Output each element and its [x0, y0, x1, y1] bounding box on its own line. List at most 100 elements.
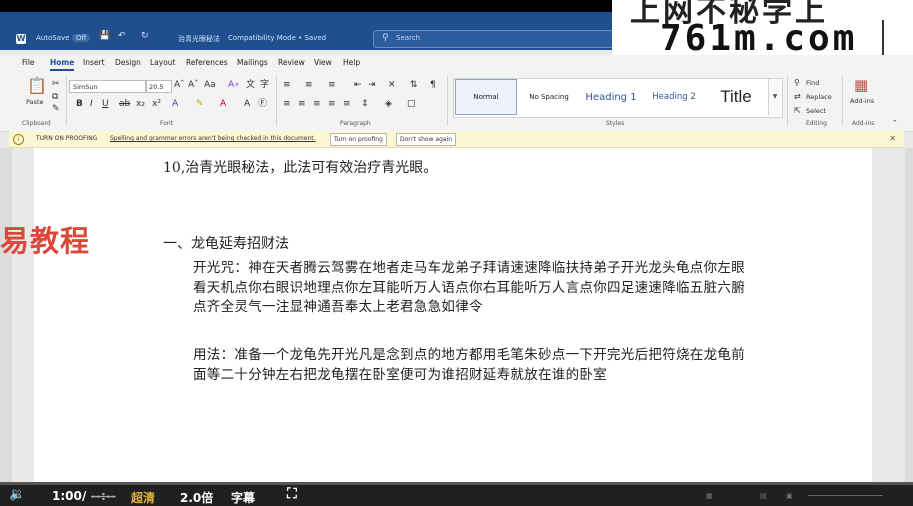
highlight-icon[interactable]: ✎: [196, 99, 204, 109]
collapse-ribbon-icon[interactable]: ⌃: [892, 118, 898, 128]
cut-icon[interactable]: ✂: [52, 79, 60, 89]
find-label[interactable]: Find: [806, 79, 819, 87]
subtitles-button[interactable]: 字幕: [231, 489, 255, 506]
paste-label: Paste: [26, 98, 44, 106]
enclosed-char-icon[interactable]: Ⓕ: [258, 99, 267, 109]
styles-more-icon[interactable]: ▼: [768, 79, 781, 115]
menu-help[interactable]: Help: [343, 58, 360, 67]
search-icon: ⚲: [382, 33, 389, 43]
bullets-icon[interactable]: ≡: [283, 80, 291, 90]
font-size-box[interactable]: 20.5: [146, 80, 172, 93]
increase-indent-icon[interactable]: ⇥: [368, 80, 376, 90]
volume-icon[interactable]: 🔉: [9, 487, 25, 502]
turn-on-proofing-button[interactable]: Turn on proofing: [330, 133, 387, 146]
change-case-icon[interactable]: Aa: [204, 80, 216, 90]
superscript-icon[interactable]: x²: [152, 99, 161, 109]
duration: --:--: [91, 489, 116, 503]
sort-icon[interactable]: ⇅: [410, 80, 418, 90]
notification-message[interactable]: Spelling and grammar errors aren't being…: [110, 135, 316, 142]
find-icon[interactable]: ⚲: [794, 78, 800, 88]
zoom-slider[interactable]: [808, 495, 883, 496]
menu-home[interactable]: Home: [50, 58, 74, 67]
align-center-icon[interactable]: ≡: [298, 99, 306, 109]
font-color-icon[interactable]: A: [220, 99, 226, 109]
speed-button[interactable]: 2.0倍: [180, 489, 213, 506]
italic-icon[interactable]: I: [90, 99, 93, 109]
replace-icon[interactable]: ⇄: [794, 92, 801, 102]
format-painter-icon[interactable]: ✎: [52, 104, 60, 114]
borders-icon[interactable]: □: [407, 99, 416, 109]
addins-label[interactable]: Add-ins: [850, 97, 874, 105]
document-paragraph-incantation: 开光咒：神在天者腾云驾雾在地者走马车龙弟子拜请速速降临扶持弟子开光龙头龟点你左眼…: [193, 260, 745, 315]
document-title: 治青光眼秘法: [178, 35, 220, 43]
asian-layout-icon[interactable]: ✕: [388, 80, 396, 90]
menu-layout[interactable]: Layout: [150, 58, 176, 67]
fullscreen-icon[interactable]: ⛶: [287, 486, 297, 502]
watermark-divider: [882, 20, 884, 60]
focus-icon[interactable]: ▦: [706, 492, 713, 500]
dont-show-again-button[interactable]: Don't show again: [396, 133, 457, 146]
bold-icon[interactable]: B: [76, 99, 83, 109]
menu-file[interactable]: File: [22, 58, 35, 67]
print-layout-icon[interactable]: ▤: [760, 492, 767, 500]
ribbon-divider: [276, 76, 277, 126]
quality-button[interactable]: 超清: [131, 489, 155, 506]
show-marks-icon[interactable]: ¶: [430, 80, 436, 90]
style-heading-1[interactable]: Heading 1: [582, 79, 640, 115]
redo-icon[interactable]: ↻: [141, 31, 149, 41]
vertical-scrollbar[interactable]: [905, 148, 913, 482]
select-label[interactable]: Select: [806, 107, 826, 115]
search-box[interactable]: ⚲ Search: [373, 30, 618, 48]
autosave-label: AutoSave: [36, 34, 70, 42]
select-icon[interactable]: ⇱: [794, 106, 801, 116]
phonetic-guide-icon[interactable]: 文: [246, 80, 255, 90]
menu-review[interactable]: Review: [278, 58, 305, 67]
ribbon-divider: [787, 76, 788, 126]
style-no-spacing[interactable]: No Spacing: [520, 79, 578, 115]
menu-insert[interactable]: Insert: [83, 58, 105, 67]
clear-format-icon[interactable]: A∘: [228, 80, 240, 90]
subscript-icon[interactable]: x₂: [136, 99, 145, 109]
char-shading-icon[interactable]: A: [244, 99, 250, 109]
decrease-indent-icon[interactable]: ⇤: [354, 80, 362, 90]
style-heading-2[interactable]: Heading 2: [646, 79, 702, 115]
line-spacing-icon[interactable]: ⇕: [361, 99, 369, 109]
style-normal[interactable]: Normal: [455, 79, 517, 115]
undo-icon[interactable]: ↶: [118, 31, 126, 41]
menu-mailings[interactable]: Mailings: [237, 58, 268, 67]
align-right-icon[interactable]: ≡: [313, 99, 321, 109]
style-title[interactable]: Title: [706, 79, 766, 115]
close-icon[interactable]: ✕: [889, 134, 896, 143]
addins-icon[interactable]: ▦: [854, 78, 868, 93]
menu-design[interactable]: Design: [115, 58, 141, 67]
copy-icon[interactable]: ⧉: [52, 92, 58, 102]
justify-icon[interactable]: ≡: [328, 99, 336, 109]
distributed-icon[interactable]: ≡: [343, 99, 351, 109]
shading-icon[interactable]: ◈: [385, 99, 392, 109]
enclose-char-icon[interactable]: 字: [260, 80, 269, 90]
strikethrough-icon[interactable]: ab: [119, 99, 130, 109]
ribbon-divider: [447, 76, 448, 126]
menu-references[interactable]: References: [186, 58, 228, 67]
progress-track[interactable]: [0, 482, 913, 485]
save-icon[interactable]: 💾: [99, 31, 110, 41]
editing-group-label: Editing: [806, 120, 827, 127]
font-name-box[interactable]: SimSun: [69, 80, 146, 93]
ribbon-divider: [842, 76, 843, 126]
time-separator: /: [82, 489, 87, 503]
web-layout-icon[interactable]: ▣: [786, 492, 793, 500]
menu-view[interactable]: View: [314, 58, 332, 67]
grow-font-icon[interactable]: Aˆ: [174, 80, 185, 90]
paste-icon[interactable]: 📋: [27, 78, 47, 94]
font-group-label: Font: [160, 120, 174, 127]
replace-label[interactable]: Replace: [806, 93, 832, 101]
autosave-toggle[interactable]: Off: [72, 34, 91, 42]
shrink-font-icon[interactable]: Aˇ: [188, 80, 199, 90]
text-effects-icon[interactable]: A: [172, 99, 178, 109]
styles-group-label: Styles: [606, 120, 625, 127]
underline-icon[interactable]: U: [102, 99, 109, 109]
numbering-icon[interactable]: ≡: [305, 80, 313, 90]
menu-bar: File Home Insert Design Layout Reference…: [0, 55, 913, 71]
align-left-icon[interactable]: ≡: [283, 99, 291, 109]
multilevel-list-icon[interactable]: ≡: [328, 80, 336, 90]
